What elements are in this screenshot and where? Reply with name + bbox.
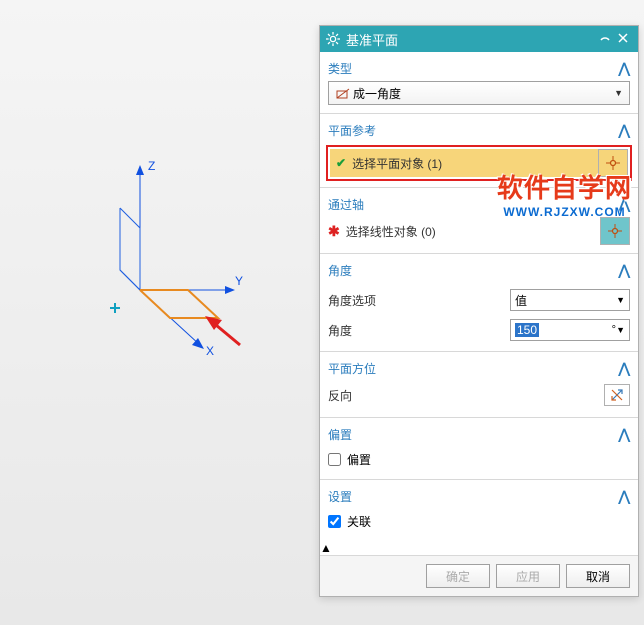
section-header-angle[interactable]: 角度 ⋀ bbox=[328, 258, 630, 283]
chevron-up-icon: ⋀ bbox=[619, 488, 630, 505]
chevron-up-icon: ⋀ bbox=[619, 426, 630, 443]
caret-down-icon: ▼ bbox=[616, 295, 625, 305]
assoc-check-row: 关联 bbox=[328, 509, 630, 533]
gear-icon bbox=[326, 32, 340, 46]
section-header-offset[interactable]: 偏置 ⋀ bbox=[328, 422, 630, 447]
caret-down-icon: ▼ bbox=[616, 325, 625, 335]
section-header-type[interactable]: 类型 ⋀ bbox=[328, 56, 630, 81]
chevron-up-icon: ⋀ bbox=[619, 196, 630, 213]
section-axis: 通过轴 ⋀ ✱ 选择线性对象 (0) bbox=[320, 188, 638, 254]
x-label: X bbox=[206, 344, 214, 358]
offset-check-row: 偏置 bbox=[328, 447, 630, 471]
type-dropdown[interactable]: 成一角度 ▼ bbox=[328, 81, 630, 105]
angle-option-row: 角度选项 值 ▼ bbox=[328, 287, 630, 313]
check-icon: ✔ bbox=[336, 156, 346, 170]
y-label: Y bbox=[235, 274, 243, 288]
ok-button[interactable]: 确定 bbox=[426, 564, 490, 588]
z-label: Z bbox=[148, 160, 155, 173]
offset-checkbox[interactable] bbox=[328, 453, 341, 466]
chevron-up-icon: ⋀ bbox=[619, 262, 630, 279]
reverse-row: 反向 bbox=[328, 381, 630, 409]
section-orientation: 平面方位 ⋀ 反向 bbox=[320, 352, 638, 418]
angle-value-row: 角度 150 ° ▼ bbox=[328, 317, 630, 343]
section-offset: 偏置 ⋀ 偏置 bbox=[320, 418, 638, 480]
pick-plane-button[interactable] bbox=[598, 149, 628, 177]
titlebar[interactable]: 基准平面 bbox=[320, 26, 638, 52]
section-type: 类型 ⋀ 成一角度 ▼ bbox=[320, 52, 638, 114]
section-header-plane-ref[interactable]: 平面参考 ⋀ bbox=[328, 118, 630, 143]
angle-value-input[interactable]: 150 ° ▼ bbox=[510, 319, 630, 341]
datum-plane-dialog: 基准平面 类型 ⋀ 成一角度 ▼ 平面参考 ⋀ ✔ bbox=[319, 25, 639, 597]
angle-option-dropdown[interactable]: 值 ▼ bbox=[510, 289, 630, 311]
angle-plane-icon bbox=[335, 85, 353, 101]
select-plane-row[interactable]: ✔ 选择平面对象 (1) bbox=[330, 149, 598, 177]
viewport-3d[interactable]: Z Y X bbox=[110, 160, 260, 360]
dialog-title: 基准平面 bbox=[346, 30, 596, 49]
required-icon: ✱ bbox=[328, 223, 340, 240]
section-header-settings[interactable]: 设置 ⋀ bbox=[328, 484, 630, 509]
chevron-up-icon: ⋀ bbox=[619, 60, 630, 77]
pick-axis-button[interactable] bbox=[600, 217, 630, 245]
select-axis-row[interactable]: ✱ 选择线性对象 (0) bbox=[328, 217, 630, 245]
section-plane-ref: 平面参考 ⋀ ✔ 选择平面对象 (1) bbox=[320, 114, 638, 188]
highlighted-selection: ✔ 选择平面对象 (1) bbox=[326, 145, 632, 181]
assoc-checkbox[interactable] bbox=[328, 515, 341, 528]
axis-sketch: Z Y X bbox=[110, 160, 260, 360]
chevron-up-icon: ⋀ bbox=[619, 360, 630, 377]
close-button[interactable] bbox=[614, 32, 632, 46]
apply-button[interactable]: 应用 bbox=[496, 564, 560, 588]
chevron-up-icon: ⋀ bbox=[619, 122, 630, 139]
reverse-button[interactable] bbox=[604, 384, 630, 406]
cancel-button[interactable]: 取消 bbox=[566, 564, 630, 588]
expand-caret[interactable]: ▲ bbox=[320, 541, 638, 555]
section-settings: 设置 ⋀ 关联 bbox=[320, 480, 638, 541]
section-angle: 角度 ⋀ 角度选项 值 ▼ 角度 150 ° ▼ bbox=[320, 254, 638, 352]
section-header-axis[interactable]: 通过轴 ⋀ bbox=[328, 192, 630, 217]
footer: ▲ 确定 应用 取消 bbox=[320, 541, 638, 596]
rollup-button[interactable] bbox=[596, 32, 614, 47]
section-header-orientation[interactable]: 平面方位 ⋀ bbox=[328, 356, 630, 381]
caret-down-icon: ▼ bbox=[614, 88, 623, 98]
